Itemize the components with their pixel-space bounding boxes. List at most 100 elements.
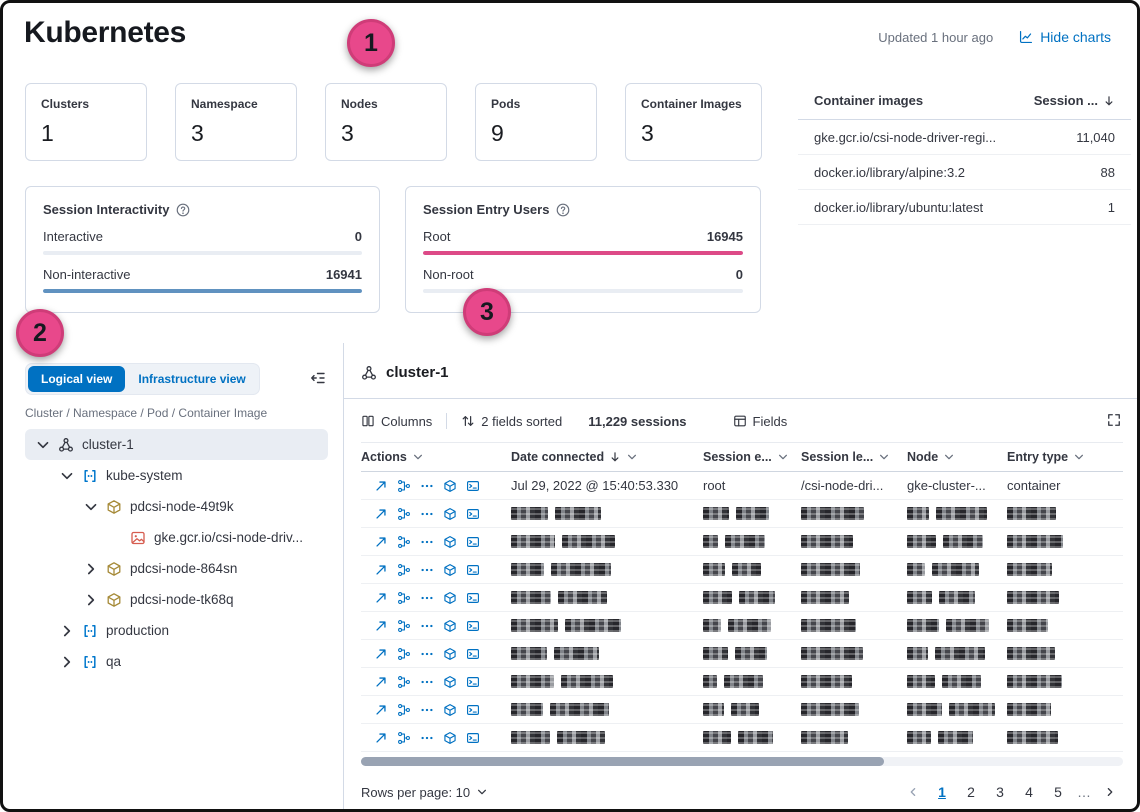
more-actions-icon[interactable]: [420, 507, 434, 521]
tree-item-gke-gcr-io-csi-node-driv[interactable]: gke.gcr.io/csi-node-driv...: [25, 522, 328, 553]
page-button-4[interactable]: 4: [1016, 779, 1042, 805]
expand-session-icon[interactable]: [374, 731, 388, 745]
fields-button[interactable]: Fields: [733, 414, 788, 429]
rows-per-page-button[interactable]: Rows per page: 10: [361, 785, 488, 800]
chevron-right-icon[interactable]: [83, 561, 99, 577]
collapse-tree-button[interactable]: [308, 368, 328, 391]
process-tree-icon[interactable]: [397, 619, 411, 633]
cell-node: [907, 563, 1007, 576]
help-icon[interactable]: [556, 203, 570, 217]
page-button-3[interactable]: 3: [987, 779, 1013, 805]
session-viewer-icon[interactable]: [466, 731, 480, 745]
tree-item-pdcsi-node-49t9k[interactable]: pdcsi-node-49t9k: [25, 491, 328, 522]
column-header-actions[interactable]: Actions: [361, 450, 511, 464]
redacted-value: [801, 619, 856, 632]
session-viewer-icon[interactable]: [466, 479, 480, 493]
more-actions-icon[interactable]: [420, 675, 434, 689]
analyze-event-icon[interactable]: [443, 675, 457, 689]
expand-session-icon[interactable]: [374, 507, 388, 521]
process-tree-icon[interactable]: [397, 535, 411, 549]
analyze-event-icon[interactable]: [443, 647, 457, 661]
previous-page-button[interactable]: [900, 779, 926, 805]
more-actions-icon[interactable]: [420, 619, 434, 633]
process-tree-icon[interactable]: [397, 479, 411, 493]
infrastructure-view-button[interactable]: Infrastructure view: [127, 366, 256, 392]
chevron-right-icon[interactable]: [59, 654, 75, 670]
session-viewer-icon[interactable]: [466, 619, 480, 633]
container-images-rows: gke.gcr.io/csi-node-driver-regi...11,040…: [798, 120, 1131, 225]
session-viewer-icon[interactable]: [466, 647, 480, 661]
column-header-date-connected[interactable]: Date connected: [511, 450, 703, 464]
session-viewer-icon[interactable]: [466, 703, 480, 717]
columns-button[interactable]: Columns: [361, 414, 432, 429]
process-tree-icon[interactable]: [397, 563, 411, 577]
horizontal-scrollbar-thumb[interactable]: [361, 757, 884, 766]
more-actions-icon[interactable]: [420, 591, 434, 605]
expand-session-icon[interactable]: [374, 619, 388, 633]
chevron-down-icon[interactable]: [35, 437, 51, 453]
analyze-event-icon[interactable]: [443, 703, 457, 717]
expand-session-icon[interactable]: [374, 647, 388, 661]
expand-session-icon[interactable]: [374, 703, 388, 717]
redacted-value: [1007, 619, 1048, 632]
hide-charts-button[interactable]: Hide charts: [1019, 29, 1111, 45]
chevron-right-icon[interactable]: [83, 592, 99, 608]
tree-item-qa[interactable]: qa: [25, 646, 328, 677]
redacted-value: [1007, 731, 1058, 744]
analyze-event-icon[interactable]: [443, 479, 457, 493]
table-header-row: Actions Date connectedSession e...Session…: [361, 442, 1123, 472]
fields-sorted-button[interactable]: 2 fields sorted: [461, 414, 562, 429]
chevron-right-icon[interactable]: [59, 623, 75, 639]
process-tree-icon[interactable]: [397, 703, 411, 717]
process-tree-icon[interactable]: [397, 647, 411, 661]
tree-item-kube-system[interactable]: kube-system: [25, 460, 328, 491]
expand-session-icon[interactable]: [374, 535, 388, 549]
expand-session-icon[interactable]: [374, 675, 388, 689]
tree-item-pdcsi-node-tk68q[interactable]: pdcsi-node-tk68q: [25, 584, 328, 615]
tree-item-cluster-1[interactable]: cluster-1: [25, 429, 328, 460]
column-header-session-le[interactable]: Session le...: [801, 450, 907, 464]
more-actions-icon[interactable]: [420, 647, 434, 661]
expand-session-icon[interactable]: [374, 591, 388, 605]
analyze-event-icon[interactable]: [443, 619, 457, 633]
process-tree-icon[interactable]: [397, 507, 411, 521]
analyze-event-icon[interactable]: [443, 507, 457, 521]
expand-session-icon[interactable]: [374, 479, 388, 493]
help-icon[interactable]: [176, 203, 190, 217]
process-tree-icon[interactable]: [397, 591, 411, 605]
session-viewer-icon[interactable]: [466, 675, 480, 689]
analyze-event-icon[interactable]: [443, 591, 457, 605]
tree-item-pdcsi-node-864sn[interactable]: pdcsi-node-864sn: [25, 553, 328, 584]
next-page-button[interactable]: [1097, 779, 1123, 805]
process-tree-icon[interactable]: [397, 731, 411, 745]
page-button-1[interactable]: 1: [929, 779, 955, 805]
more-actions-icon[interactable]: [420, 535, 434, 549]
session-count-sort-button[interactable]: Session ...: [1034, 93, 1115, 108]
more-actions-icon[interactable]: [420, 479, 434, 493]
chevron-down-icon[interactable]: [59, 468, 75, 484]
page-button-2[interactable]: 2: [958, 779, 984, 805]
cell-date: Jul 29, 2022 @ 15:40:53.330: [511, 478, 703, 493]
process-tree-icon[interactable]: [397, 675, 411, 689]
analyze-event-icon[interactable]: [443, 535, 457, 549]
stats-row: Clusters1Namespace3Nodes3Pods9Container …: [25, 83, 762, 161]
column-header-entry-type[interactable]: Entry type: [1007, 450, 1111, 464]
more-actions-icon[interactable]: [420, 563, 434, 577]
column-header-node[interactable]: Node: [907, 450, 1007, 464]
session-viewer-icon[interactable]: [466, 535, 480, 549]
session-viewer-icon[interactable]: [466, 591, 480, 605]
column-header-session-e[interactable]: Session e...: [703, 450, 801, 464]
session-viewer-icon[interactable]: [466, 563, 480, 577]
chevron-down-icon[interactable]: [83, 499, 99, 515]
page-button-5[interactable]: 5: [1045, 779, 1071, 805]
more-actions-icon[interactable]: [420, 731, 434, 745]
more-actions-icon[interactable]: [420, 703, 434, 717]
logical-view-button[interactable]: Logical view: [28, 366, 125, 392]
fullscreen-button[interactable]: [1105, 411, 1123, 432]
column-label: Actions: [361, 450, 407, 464]
analyze-event-icon[interactable]: [443, 731, 457, 745]
analyze-event-icon[interactable]: [443, 563, 457, 577]
session-viewer-icon[interactable]: [466, 507, 480, 521]
tree-item-production[interactable]: production: [25, 615, 328, 646]
expand-session-icon[interactable]: [374, 563, 388, 577]
